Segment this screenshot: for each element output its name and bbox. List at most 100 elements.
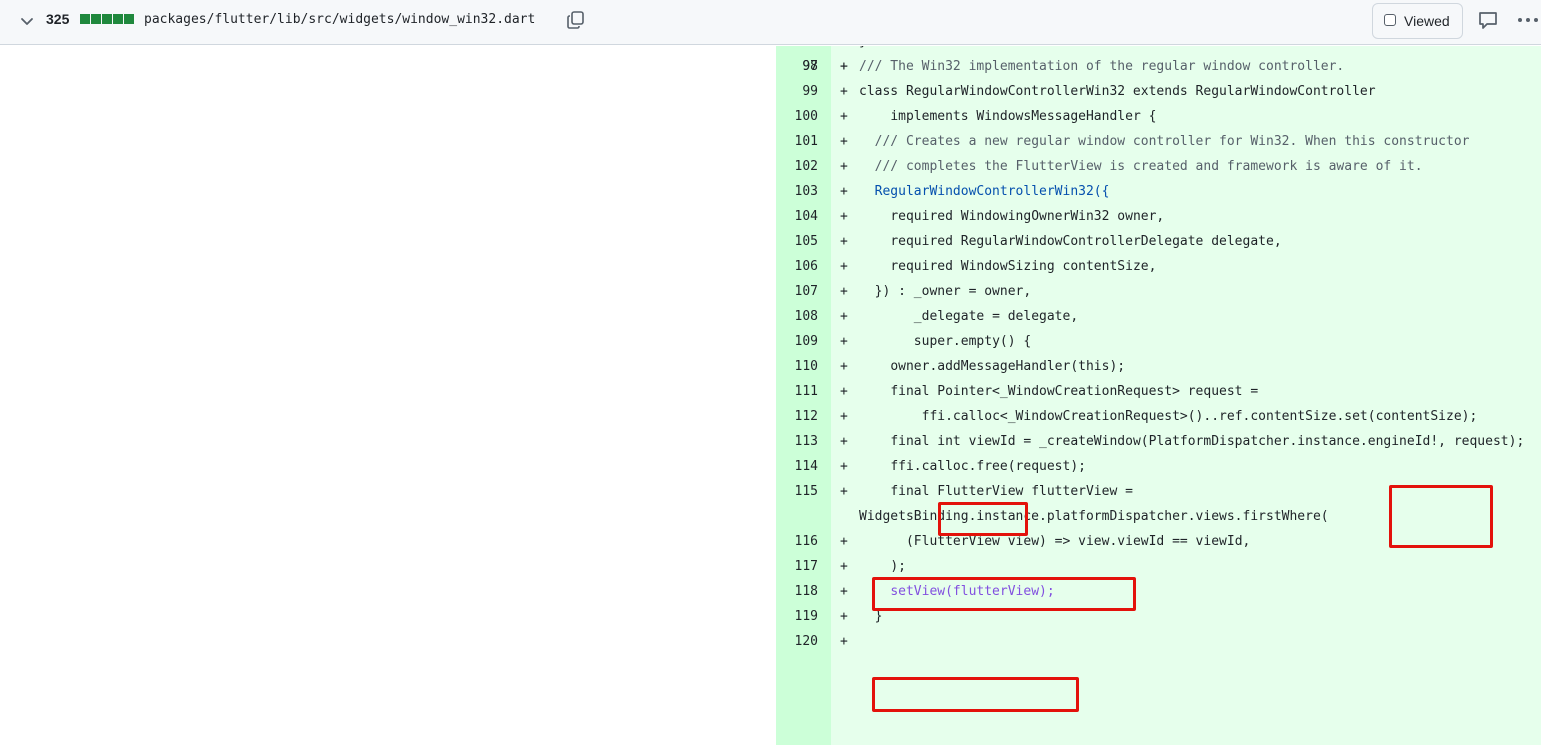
- viewed-label: Viewed: [1404, 13, 1450, 29]
- line-number[interactable]: 118: [776, 579, 818, 604]
- code-text: ffi.calloc.free(request);: [859, 459, 1086, 474]
- line-number[interactable]: 99: [776, 79, 818, 104]
- code-text: final Pointer<_WindowCreationRequest> re…: [859, 384, 1259, 399]
- line-number[interactable]: 102: [776, 154, 818, 179]
- line-number[interactable]: 106: [776, 254, 818, 279]
- annotation-box-setview: [872, 677, 1079, 712]
- diff-line: 114 + ffi.calloc.free(request);: [776, 454, 1541, 479]
- diff-line: 109 + super.empty() {: [776, 329, 1541, 354]
- diff-line: 111 + final Pointer<_WindowCreationReque…: [776, 379, 1541, 404]
- diff-sign: +: [840, 409, 848, 424]
- line-number[interactable]: 117: [776, 554, 818, 579]
- diff-sign: +: [840, 359, 848, 374]
- diff-line: 101 + /// Creates a new regular window c…: [776, 129, 1541, 154]
- diff-sign: +: [840, 559, 848, 574]
- code-text: class RegularWindowControllerWin32 exten…: [859, 84, 1376, 99]
- code-text: setView(flutterView);: [859, 584, 1055, 599]
- code-text: /// completes the FlutterView is created…: [859, 159, 1423, 174]
- copy-icon[interactable]: [566, 10, 586, 30]
- code-text: super.empty() {: [859, 334, 1032, 349]
- diff-sign: +: [840, 609, 848, 624]
- diff-line: 115 + final FlutterView flutterView = Wi…: [776, 479, 1541, 529]
- line-number[interactable]: 101: [776, 129, 818, 154]
- line-number[interactable]: 105: [776, 229, 818, 254]
- diffstat-bar: [80, 14, 134, 24]
- diff-line: 98 + /// The Win32 implementation of the…: [776, 54, 1541, 79]
- diff-sign: +: [840, 134, 848, 149]
- diff-sign: +: [840, 484, 848, 499]
- code-text: required RegularWindowControllerDelegate…: [859, 234, 1282, 249]
- diffstat-block: [113, 14, 123, 24]
- file-path-link[interactable]: packages/flutter/lib/src/widgets/window_…: [144, 12, 535, 27]
- viewed-button[interactable]: Viewed: [1372, 3, 1463, 39]
- diffstat-block: [124, 14, 134, 24]
- diff-line: 108 + _delegate = delegate,: [776, 304, 1541, 329]
- code-text: required WindowingOwnerWin32 owner,: [859, 209, 1165, 224]
- diff-line: 96 + }: [776, 46, 1541, 54]
- code-text: final FlutterView flutterView = WidgetsB…: [859, 484, 1329, 524]
- line-number[interactable]: 108: [776, 304, 818, 329]
- line-number[interactable]: 110: [776, 354, 818, 379]
- diff-left-pane-empty: [0, 46, 776, 745]
- diff-line: 106 + required WindowSizing contentSize,: [776, 254, 1541, 279]
- diff-sign: +: [840, 59, 848, 74]
- diff-sign: +: [840, 459, 848, 474]
- code-text: /// The Win32 implementation of the regu…: [859, 59, 1345, 74]
- code-text: implements WindowsMessageHandler {: [859, 109, 1157, 124]
- diff-sign: +: [840, 584, 848, 599]
- diff-sign: +: [840, 234, 848, 249]
- code-text: }) : _owner = owner,: [859, 284, 1032, 299]
- diff-line: 118 + setView(flutterView);: [776, 579, 1541, 604]
- diff-line: 104 + required WindowingOwnerWin32 owner…: [776, 204, 1541, 229]
- diffstat-block: [91, 14, 101, 24]
- code-text: required WindowSizing contentSize,: [859, 259, 1157, 274]
- diff-line: 100 + implements WindowsMessageHandler {: [776, 104, 1541, 129]
- line-number[interactable]: 96: [776, 46, 818, 54]
- line-number[interactable]: 98: [776, 54, 818, 79]
- code-text: RegularWindowControllerWin32({: [859, 184, 1110, 199]
- line-number[interactable]: 104: [776, 204, 818, 229]
- chevron-down-icon[interactable]: [19, 13, 35, 29]
- diff-sign: +: [840, 159, 848, 174]
- line-number[interactable]: 100: [776, 104, 818, 129]
- code-lines: 96 + } 97 + 98 + /// The Win32 implement…: [776, 46, 1541, 649]
- diff-sign: +: [840, 384, 848, 399]
- line-number[interactable]: 116: [776, 529, 818, 554]
- line-number[interactable]: 111: [776, 379, 818, 404]
- diff-line: 102 + /// completes the FlutterView is c…: [776, 154, 1541, 179]
- line-number[interactable]: 114: [776, 454, 818, 479]
- line-number[interactable]: 112: [776, 404, 818, 429]
- code-text: owner.addMessageHandler(this);: [859, 359, 1126, 374]
- diff-file-header: 325 packages/flutter/lib/src/widgets/win…: [0, 0, 1541, 45]
- line-number[interactable]: 107: [776, 279, 818, 304]
- diffstat-block: [102, 14, 112, 24]
- line-number[interactable]: 120: [776, 629, 818, 654]
- diff-sign: +: [840, 109, 848, 124]
- line-number[interactable]: 113: [776, 429, 818, 454]
- diff-sign: +: [840, 46, 848, 54]
- diff-line: 113 + final int viewId = _createWindow(P…: [776, 429, 1541, 454]
- line-number[interactable]: 119: [776, 604, 818, 629]
- diff-right-pane: 96 + } 97 + 98 + /// The Win32 implement…: [776, 46, 1541, 745]
- diff-line: 119 + }: [776, 604, 1541, 629]
- code-text: (FlutterView view) => view.viewId == vie…: [859, 534, 1251, 549]
- diff-sign: +: [840, 259, 848, 274]
- diff-line: 103 + RegularWindowControllerWin32({: [776, 179, 1541, 204]
- diff-sign: +: [840, 534, 848, 549]
- diff-line: 99 + class RegularWindowControllerWin32 …: [776, 79, 1541, 104]
- diff-sign: +: [840, 634, 848, 649]
- diff-line: 110 + owner.addMessageHandler(this);: [776, 354, 1541, 379]
- code-text: ffi.calloc<_WindowCreationRequest>()..re…: [859, 409, 1478, 424]
- diff-sign: +: [840, 84, 848, 99]
- diff-line: 117 + );: [776, 554, 1541, 579]
- viewed-checkbox[interactable]: [1384, 14, 1396, 26]
- line-number[interactable]: 115: [776, 479, 818, 504]
- diff-sign: +: [840, 334, 848, 349]
- kebab-horizontal-icon[interactable]: [1515, 9, 1541, 31]
- line-number[interactable]: 109: [776, 329, 818, 354]
- line-number[interactable]: 103: [776, 179, 818, 204]
- diff-sign: +: [840, 184, 848, 199]
- code-text: }: [776, 46, 1541, 54]
- comment-icon[interactable]: [1477, 9, 1499, 31]
- code-text: /// Creates a new regular window control…: [859, 134, 1470, 149]
